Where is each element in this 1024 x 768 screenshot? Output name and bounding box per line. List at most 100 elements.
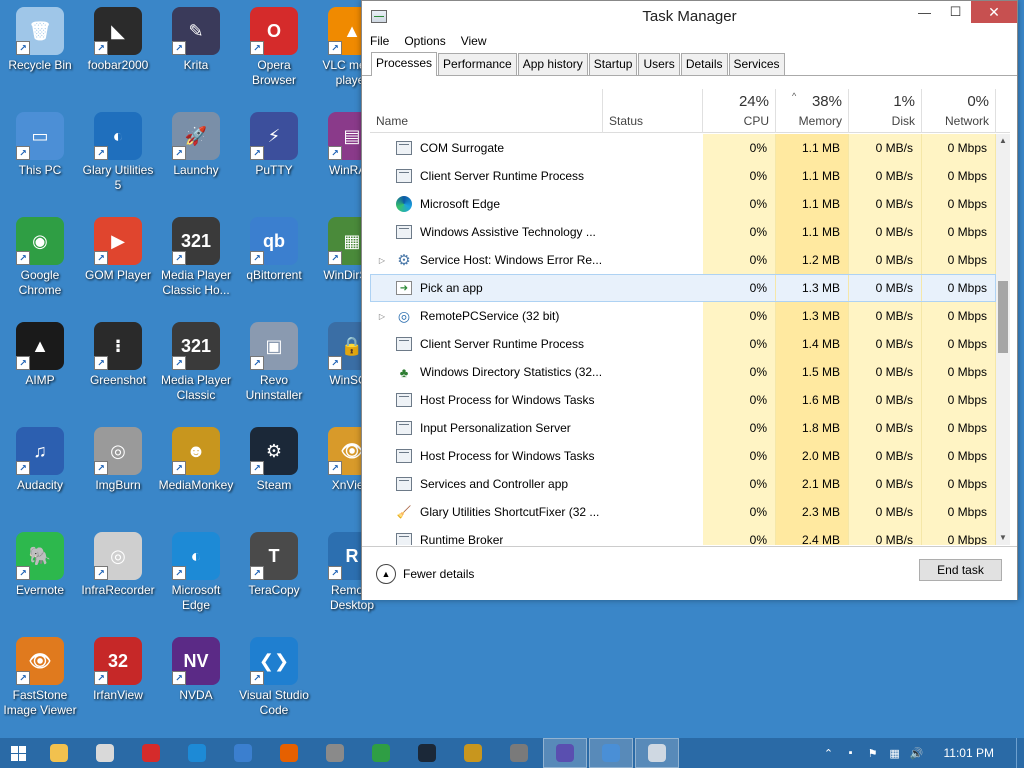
table-row[interactable]: ▷ ⚙ Service Host: Windows Error Re... 0% 1.2… <box>370 246 996 274</box>
desktop-shortcut[interactable]: ◎ ↗ InfraRecorder <box>79 532 157 598</box>
tab-startup[interactable]: Startup <box>588 53 638 75</box>
tab-services[interactable]: Services <box>728 53 785 75</box>
desktop-shortcut[interactable]: O ↗ Opera Browser <box>235 7 313 88</box>
vertical-scrollbar[interactable]: ▲ ▼ <box>996 134 1010 545</box>
scroll-thumb[interactable] <box>998 281 1008 353</box>
tab-details[interactable]: Details <box>680 53 728 75</box>
desktop-shortcut[interactable]: ♫ ↗ Audacity <box>1 427 79 493</box>
desktop-shortcut[interactable]: ◎ ↗ ImgBurn <box>79 427 157 493</box>
menu-view[interactable]: View <box>461 34 487 48</box>
desktop-shortcut[interactable]: ▣ ↗ Revo Uninstaller <box>235 322 313 403</box>
expand-chevron-icon[interactable]: ▷ <box>374 256 390 265</box>
taskbar-button[interactable] <box>36 738 82 768</box>
expand-chevron-icon[interactable]: ▷ <box>374 312 390 321</box>
taskbar-button[interactable] <box>220 738 266 768</box>
table-row[interactable]: ♣ Windows Directory Statistics (32... 0% 1.… <box>370 358 996 386</box>
taskbar-button[interactable] <box>312 738 358 768</box>
desktop-shortcut[interactable]: qb ↗ qBittorrent <box>235 217 313 283</box>
desktop-shortcut[interactable]: ⁝ ↗ Greenshot <box>79 322 157 388</box>
column-header-network[interactable]: 0% Network <box>922 89 996 133</box>
process-generic-icon <box>396 477 412 491</box>
taskbar-button[interactable] <box>174 738 220 768</box>
column-header-disk[interactable]: 1% Disk <box>849 89 922 133</box>
taskbar-button[interactable] <box>450 738 496 768</box>
show-desktop-button[interactable] <box>1016 738 1024 768</box>
desktop-shortcut[interactable]: 32 ↗ IrfanView <box>79 637 157 703</box>
column-header-memory[interactable]: ^ 38% Memory <box>776 89 849 133</box>
table-row[interactable]: Host Process for Windows Tasks 0% 2.0 MB 0 … <box>370 442 996 470</box>
desktop-shortcut[interactable]: T ↗ TeraCopy <box>235 532 313 598</box>
process-name: Host Process for Windows Tasks <box>420 393 595 407</box>
title-bar[interactable]: Task Manager — ☐ ✕ <box>362 1 1017 31</box>
desktop-shortcut[interactable]: 👁 ↗ FastStone Image Viewer <box>1 637 79 718</box>
tab-users[interactable]: Users <box>638 53 680 75</box>
taskbar-button[interactable] <box>82 738 128 768</box>
scroll-down-icon[interactable]: ▼ <box>996 531 1010 545</box>
tab-performance[interactable]: Performance <box>438 53 517 75</box>
desktop-shortcut[interactable]: ☻ ↗ MediaMonkey <box>157 427 235 493</box>
menu-file[interactable]: File <box>370 34 389 48</box>
desktop-shortcut[interactable]: ◣ ↗ foobar2000 <box>79 7 157 73</box>
taskbar-button[interactable] <box>496 738 542 768</box>
desktop-shortcut[interactable]: NV ↗ NVDA <box>157 637 235 703</box>
maximize-button[interactable]: ☐ <box>940 1 971 23</box>
icon-glyph: O <box>266 20 281 41</box>
desktop-shortcut[interactable]: ◉ ↗ Google Chrome <box>1 217 79 298</box>
desktop-shortcut[interactable]: ✎ ↗ Krita <box>157 7 235 73</box>
desktop-shortcut[interactable]: ◐ ↗ Glary Utilities 5 <box>79 112 157 193</box>
scroll-up-icon[interactable]: ▲ <box>996 134 1010 148</box>
table-row[interactable]: Windows Assistive Technology ... 0% 1.1 MB… <box>370 218 996 246</box>
minimize-button[interactable]: — <box>909 1 940 23</box>
desktop-shortcut[interactable]: ▲ ↗ AIMP <box>1 322 79 388</box>
desktop-shortcut[interactable]: 🚀 ↗ Launchy <box>157 112 235 178</box>
column-header-status[interactable]: Status <box>603 89 703 133</box>
desktop-shortcut[interactable]: ▭ ↗ This PC <box>1 112 79 178</box>
desktop-shortcut[interactable]: ⚡ ↗ PuTTY <box>235 112 313 178</box>
taskbar-button[interactable] <box>404 738 450 768</box>
desktop-shortcut[interactable]: ◐ ↗ Microsoft Edge <box>157 532 235 613</box>
table-row[interactable]: ➜ Pick an app 0% 1.3 MB 0 MB/s 0 Mbps <box>370 274 996 302</box>
table-row[interactable]: ▷ ◎ RemotePCService (32 bit) 0% 1.3 MB 0 MB/s… <box>370 302 996 330</box>
taskbar-button[interactable] <box>543 738 587 768</box>
process-name: Client Server Runtime Process <box>420 169 585 183</box>
end-task-button[interactable]: End task <box>919 559 1002 581</box>
table-row[interactable]: Host Process for Windows Tasks 0% 1.6 MB 0 … <box>370 386 996 414</box>
table-row[interactable]: Input Personalization Server 0% 1.8 MB 0 MB… <box>370 414 996 442</box>
tray-chevron-icon[interactable]: ⌃ <box>818 747 840 760</box>
table-row[interactable]: Runtime Broker 0% 2.4 MB 0 MB/s 0 Mbps <box>370 526 996 545</box>
column-header-name[interactable]: Name <box>370 89 603 133</box>
tab-processes[interactable]: Processes <box>371 52 438 76</box>
clock[interactable]: 11:01 PM <box>944 746 994 760</box>
taskbar-button[interactable] <box>589 738 633 768</box>
desktop-shortcut[interactable]: 🗑 ↗ Recycle Bin <box>1 7 79 73</box>
table-row[interactable]: COM Surrogate 0% 1.1 MB 0 MB/s 0 Mbps <box>370 134 996 162</box>
column-header-cpu[interactable]: 24% CPU <box>703 89 776 133</box>
desktop-shortcut[interactable]: ❮❯ ↗ Visual Studio Code <box>235 637 313 718</box>
taskbar-button[interactable] <box>266 738 312 768</box>
volume-icon[interactable]: 🔊 <box>906 747 928 760</box>
process-name: Runtime Broker <box>420 533 504 545</box>
taskbar-button[interactable] <box>635 738 679 768</box>
table-row[interactable]: Services and Controller app 0% 2.1 MB 0 MB/… <box>370 470 996 498</box>
taskbar-button[interactable] <box>128 738 174 768</box>
process-net-cell: 0 Mbps <box>922 218 996 246</box>
menu-options[interactable]: Options <box>404 34 445 48</box>
close-button[interactable]: ✕ <box>971 1 1017 23</box>
process-net-cell: 0 Mbps <box>922 526 996 545</box>
desktop-shortcut[interactable]: 321 ↗ Media Player Classic <box>157 322 235 403</box>
tray-app-icon[interactable]: ▪ <box>840 747 862 759</box>
table-row[interactable]: Microsoft Edge 0% 1.1 MB 0 MB/s 0 Mbps <box>370 190 996 218</box>
desktop-shortcut[interactable]: ⚙ ↗ Steam <box>235 427 313 493</box>
table-row[interactable]: 🧹 Glary Utilities ShortcutFixer (32 ... 0%… <box>370 498 996 526</box>
taskbar-button[interactable] <box>358 738 404 768</box>
fewer-details-button[interactable]: ▲ Fewer details <box>376 563 474 584</box>
tab-app-history[interactable]: App history <box>517 53 588 75</box>
table-row[interactable]: Client Server Runtime Process 0% 1.4 MB 0 M… <box>370 330 996 358</box>
table-row[interactable]: Client Server Runtime Process 0% 1.1 MB 0 M… <box>370 162 996 190</box>
action-center-flag-icon[interactable]: ⚑ <box>862 747 884 760</box>
desktop-shortcut[interactable]: 321 ↗ Media Player Classic Ho... <box>157 217 235 298</box>
network-icon[interactable]: ▦ <box>884 747 906 760</box>
start-button[interactable] <box>0 738 36 768</box>
desktop-shortcut[interactable]: ▶ ↗ GOM Player <box>79 217 157 283</box>
desktop-shortcut[interactable]: 🐘 ↗ Evernote <box>1 532 79 598</box>
